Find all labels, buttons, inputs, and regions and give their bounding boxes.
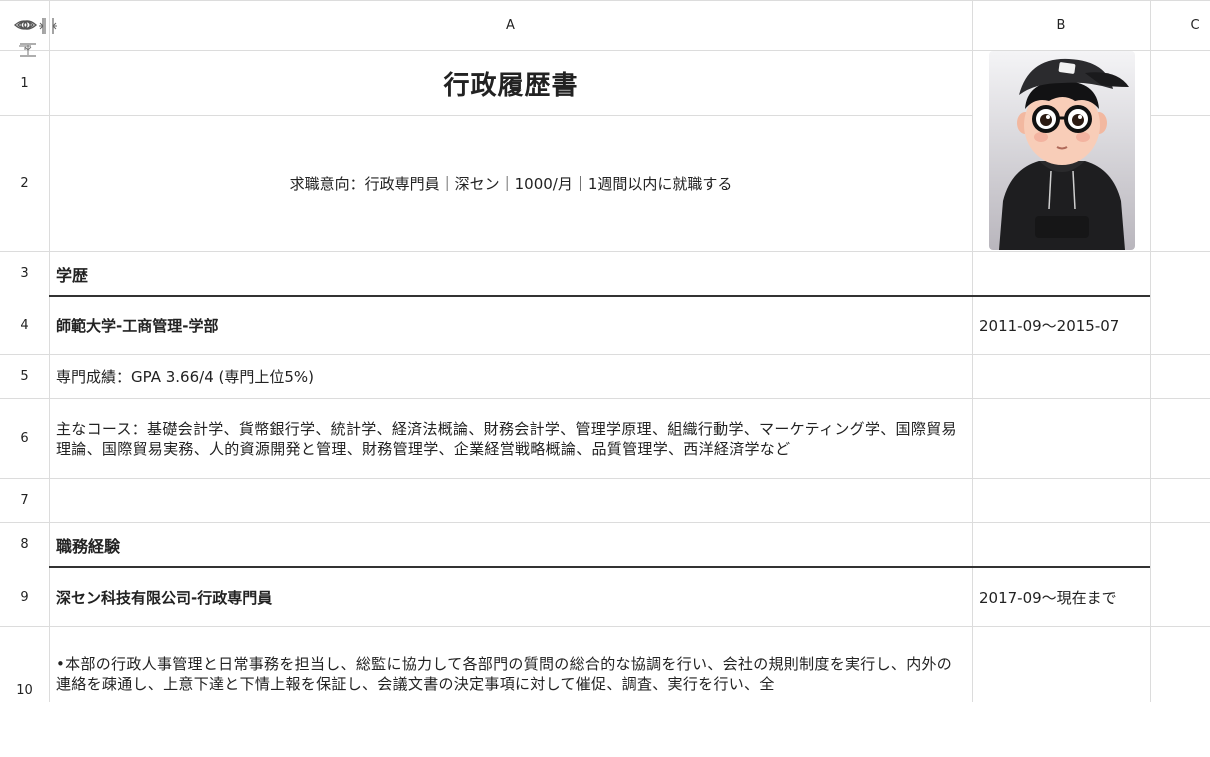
row-header-4[interactable]: 4	[0, 297, 49, 354]
row-header-5[interactable]: 5	[0, 355, 49, 398]
company-dates[interactable]: 2017-09～現在まで	[973, 568, 1150, 626]
column-header-c[interactable]: C	[1150, 0, 1210, 50]
grid-line	[1150, 0, 1151, 702]
row-header-7[interactable]: 7	[0, 479, 49, 522]
spreadsheet: A B C 1 2 3 4 5 6 7 8 9 10 行政履歴書 求職意向：行政…	[0, 0, 1210, 702]
row-header-10[interactable]: 10	[0, 627, 49, 757]
row-header-10-label: 10	[16, 683, 33, 698]
school-dates[interactable]: 2011-09～2015-07	[973, 297, 1150, 354]
row-header-1[interactable]: 1	[0, 51, 49, 115]
job-intent[interactable]: 求職意向：行政専門員｜深セン｜1000/月｜1週間以内に就職する	[50, 116, 972, 251]
school-name[interactable]: 師範大学-工商管理-学部	[50, 297, 972, 354]
company-name[interactable]: 深セン科技有限公司-行政専門員	[50, 568, 972, 626]
row-header-9[interactable]: 9	[0, 568, 49, 626]
row-header-3[interactable]: 3	[0, 252, 49, 295]
eye-icon[interactable]	[16, 14, 38, 36]
column-header-a[interactable]: A	[49, 0, 972, 50]
job-duties[interactable]: •本部の行政人事管理と日常事務を担当し、総監に協力して各部門の質問の総合的な協調…	[50, 654, 972, 702]
avatar-illustration	[989, 51, 1135, 250]
column-header-b[interactable]: B	[972, 0, 1150, 50]
grid-line	[0, 626, 1210, 627]
gpa[interactable]: 専門成績：GPA 3.66/4 (専門上位5%)	[50, 355, 972, 398]
grid-line	[0, 478, 1210, 479]
row-header-2[interactable]: 2	[0, 116, 49, 251]
courses[interactable]: 主なコース：基礎会計学、貨幣銀行学、統計学、経済法概論、財務会計学、管理学原理、…	[50, 399, 972, 478]
grid-line	[1150, 115, 1210, 116]
row-header-6[interactable]: 6	[0, 399, 49, 478]
row-header-8[interactable]: 8	[0, 523, 49, 566]
profile-photo[interactable]	[989, 51, 1135, 250]
education-heading[interactable]: 学歴	[50, 252, 972, 295]
experience-heading[interactable]: 職務経験	[50, 523, 972, 566]
resume-title[interactable]: 行政履歴書	[50, 51, 972, 115]
